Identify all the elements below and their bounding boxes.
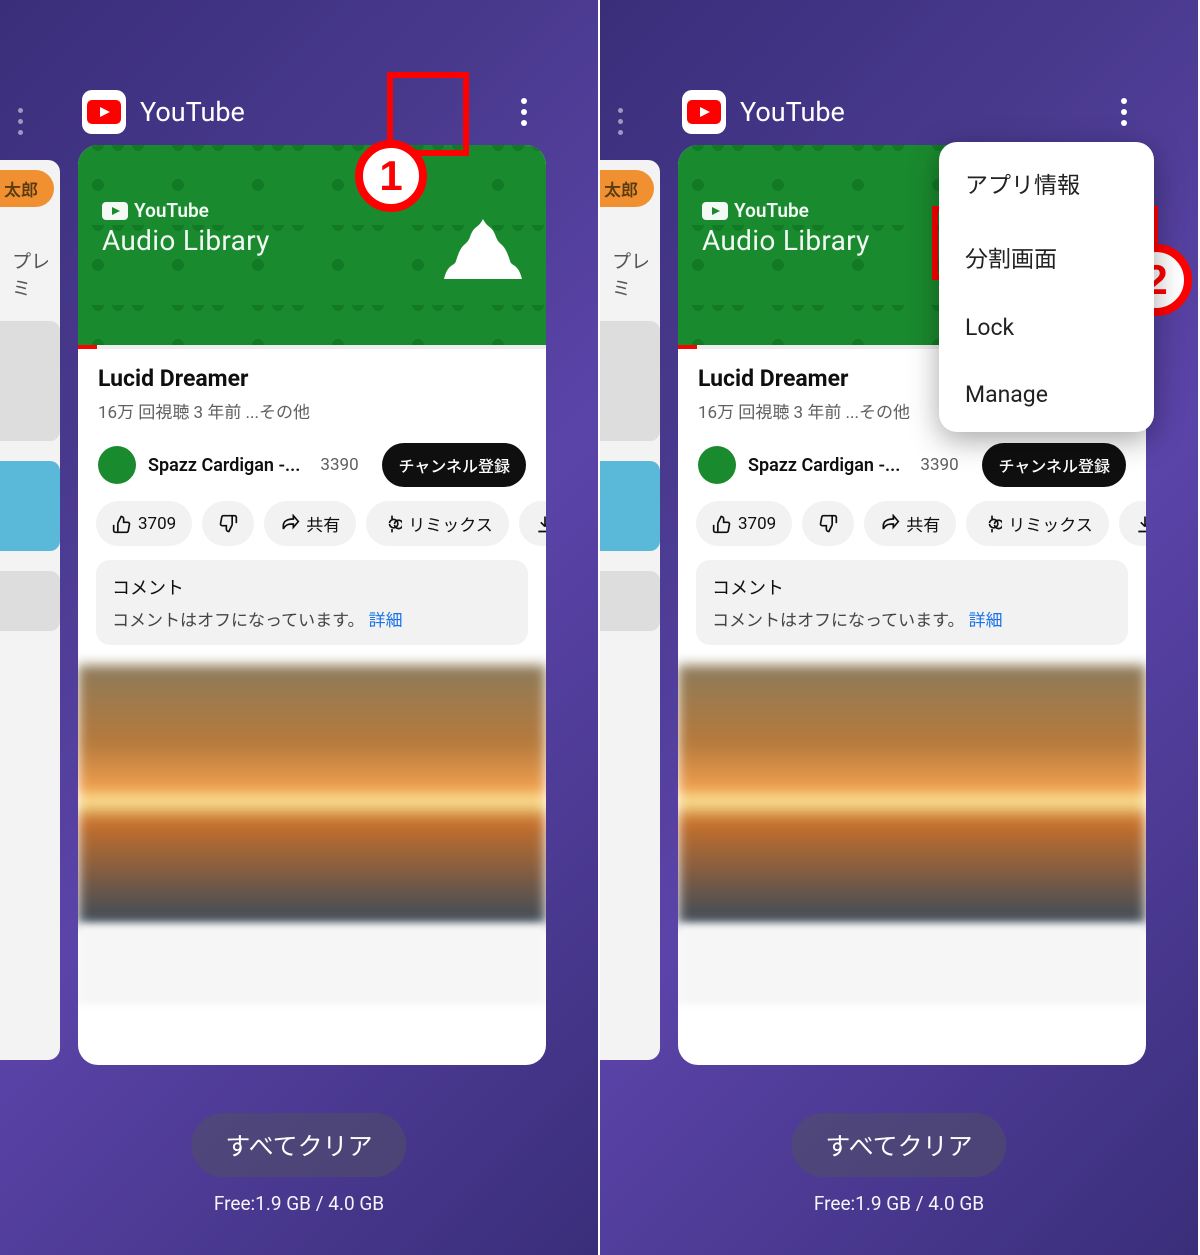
card-options-menu: アプリ情報 分割画面 Lock Manage	[939, 142, 1154, 432]
app-title: YouTube	[140, 96, 486, 128]
app-title: YouTube	[740, 96, 1086, 128]
share-label: 共有	[306, 511, 340, 536]
like-count: 3709	[738, 514, 776, 534]
hero-logo-text: YouTube	[734, 199, 809, 222]
menu-item-manage[interactable]: Manage	[939, 361, 1154, 428]
next-video-row[interactable]	[78, 925, 546, 1005]
share-button[interactable]: 共有	[264, 501, 356, 546]
background-slice	[0, 321, 60, 441]
background-slice	[600, 571, 660, 631]
background-badge: 太郎	[600, 170, 654, 207]
background-slice	[0, 461, 60, 551]
comments-body: コメントはオフになっています。 詳細	[712, 606, 1112, 631]
like-count: 3709	[138, 514, 176, 534]
clear-all-button[interactable]: すべてクリア	[791, 1113, 1006, 1177]
background-text: プレミ	[0, 217, 60, 301]
download-icon	[1135, 514, 1146, 534]
memory-status: Free:1.9 GB / 4.0 GB	[814, 1192, 984, 1215]
background-slice	[0, 571, 60, 631]
channel-avatar[interactable]	[98, 446, 136, 484]
background-app-card[interactable]: 太郎 プレミ	[600, 160, 660, 1060]
share-icon	[280, 514, 300, 534]
more-options-button[interactable]	[500, 88, 548, 136]
background-card-more	[18, 108, 23, 135]
screenshot-panel-2: 太郎 プレミ YouTube YouTube Audio Library Luc…	[600, 0, 1200, 1255]
clear-all-button[interactable]: すべてクリア	[191, 1113, 406, 1177]
menu-item-lock[interactable]: Lock	[939, 294, 1154, 361]
remix-button[interactable]: リミックス	[366, 501, 509, 546]
download-button[interactable]: オ	[519, 501, 546, 546]
background-slice	[600, 321, 660, 441]
video-hero: YouTube Audio Library	[78, 145, 546, 345]
app-card-header: YouTube	[682, 88, 1148, 136]
comments-detail-link[interactable]: 詳細	[969, 611, 1003, 631]
next-video-thumbnail[interactable]	[78, 665, 546, 925]
remix-label: リミックス	[408, 511, 493, 536]
remix-icon	[982, 514, 1002, 534]
video-title: Lucid Dreamer	[98, 365, 526, 392]
share-button[interactable]: 共有	[864, 501, 956, 546]
channel-avatar[interactable]	[698, 446, 736, 484]
download-button[interactable]: オ	[1119, 501, 1146, 546]
thumbs-up-icon	[712, 514, 732, 534]
background-badge: 太郎	[0, 170, 54, 207]
remix-icon	[382, 514, 402, 534]
comments-detail-link[interactable]: 詳細	[369, 611, 403, 631]
thumbs-down-icon	[218, 514, 238, 534]
memory-status: Free:1.9 GB / 4.0 GB	[214, 1192, 384, 1215]
hero-logo-text: YouTube	[134, 199, 209, 222]
app-card-header: YouTube	[82, 88, 548, 136]
background-card-more	[618, 108, 623, 135]
like-button[interactable]: 3709	[96, 501, 192, 546]
thumbs-down-icon	[818, 514, 838, 534]
download-icon	[535, 514, 546, 534]
remix-button[interactable]: リミックス	[966, 501, 1109, 546]
screenshot-panel-1: 太郎 プレミ YouTube YouTube Audio Library	[0, 0, 600, 1255]
dislike-button[interactable]	[802, 501, 854, 546]
channel-subscribers: 3390	[320, 455, 358, 475]
like-button[interactable]: 3709	[696, 501, 792, 546]
more-icon	[521, 98, 527, 126]
background-app-card[interactable]: 太郎 プレミ	[0, 160, 60, 1060]
remix-label: リミックス	[1008, 511, 1093, 536]
background-text: プレミ	[600, 217, 660, 301]
comments-title: コメント	[712, 574, 1112, 600]
video-meta[interactable]: 16万 回視聴 3 年前 ...その他	[98, 398, 526, 423]
dislike-button[interactable]	[202, 501, 254, 546]
subscribe-button[interactable]: チャンネル登録	[982, 443, 1126, 487]
channel-name[interactable]: Spazz Cardigan -...	[748, 455, 900, 476]
comments-box[interactable]: コメント コメントはオフになっています。 詳細	[96, 560, 528, 645]
background-slice	[600, 461, 660, 551]
comments-body: コメントはオフになっています。 詳細	[112, 606, 512, 631]
share-icon	[880, 514, 900, 534]
comments-title: コメント	[112, 574, 512, 600]
thumbs-up-icon	[112, 514, 132, 534]
menu-item-split-screen[interactable]: 分割画面	[939, 220, 1154, 294]
menu-item-app-info[interactable]: アプリ情報	[939, 146, 1154, 220]
youtube-app-icon	[82, 90, 126, 134]
app-card-youtube[interactable]: YouTube Audio Library Lucid Dreamer 16万 …	[78, 145, 546, 1065]
subscribe-button[interactable]: チャンネル登録	[382, 443, 526, 487]
comments-box[interactable]: コメント コメントはオフになっています。 詳細	[696, 560, 1128, 645]
next-video-thumbnail[interactable]	[678, 665, 1146, 925]
channel-subscribers: 3390	[920, 455, 958, 475]
youtube-app-icon	[682, 90, 726, 134]
more-options-button[interactable]	[1100, 88, 1148, 136]
share-label: 共有	[906, 511, 940, 536]
more-icon	[1121, 98, 1127, 126]
audio-wave-icon	[444, 217, 522, 279]
channel-name[interactable]: Spazz Cardigan -...	[148, 455, 300, 476]
next-video-row[interactable]	[678, 925, 1146, 1005]
